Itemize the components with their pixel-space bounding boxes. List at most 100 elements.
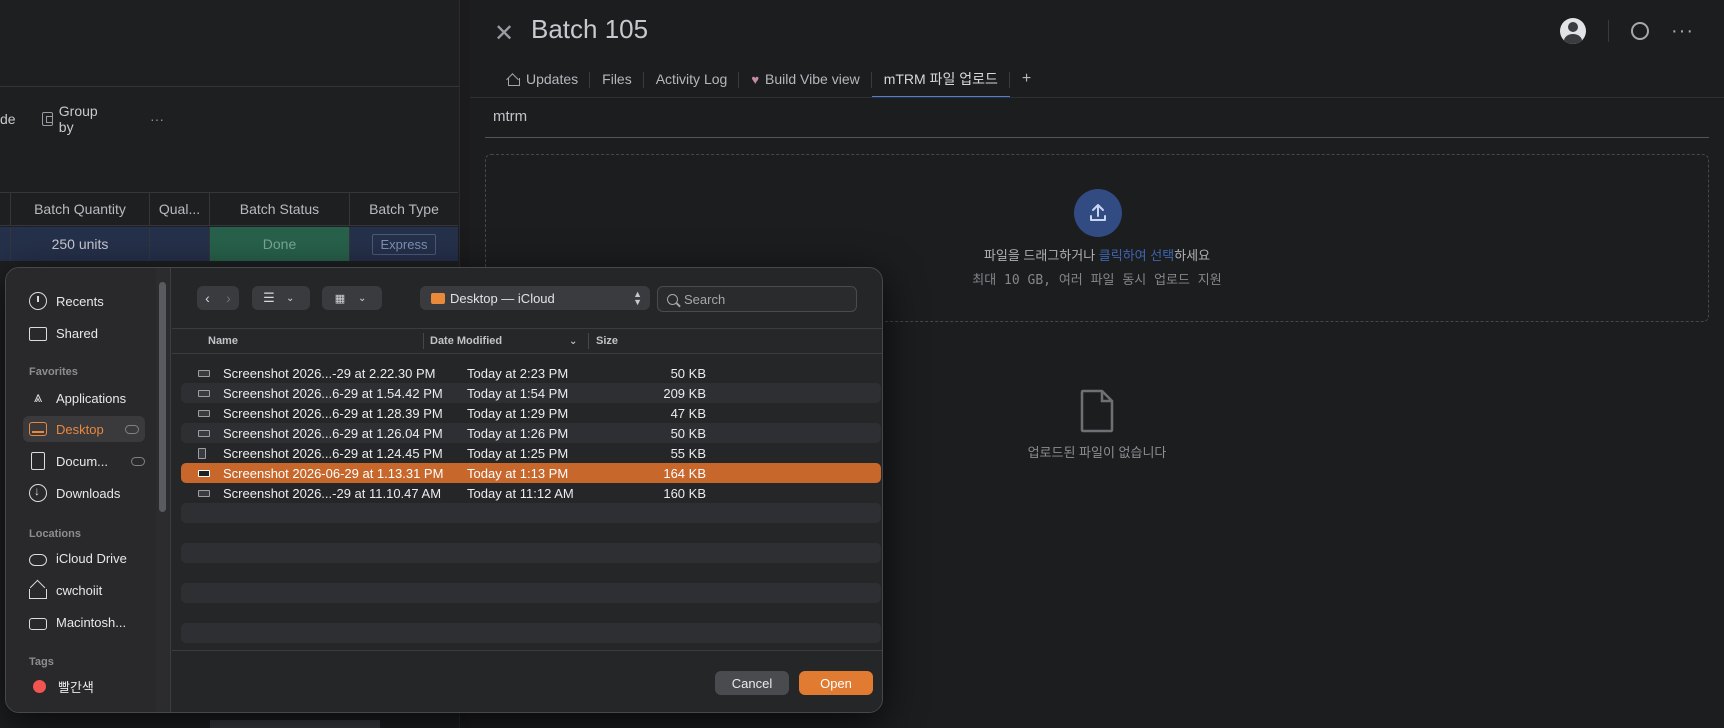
sidebar-item-label: Macintosh... bbox=[56, 614, 127, 630]
location-label: Desktop — iCloud bbox=[450, 290, 555, 306]
tab-label: Files bbox=[602, 71, 632, 87]
batch-type-tag: Express bbox=[371, 233, 437, 255]
file-row[interactable]: Screenshot 2026...6-29 at 1.28.39 PM Tod… bbox=[181, 403, 881, 423]
group-button[interactable]: ▦ ⌄ bbox=[322, 286, 382, 310]
file-name: Screenshot 2026...6-29 at 1.24.45 PM bbox=[223, 445, 443, 461]
heart-icon: ♥ bbox=[751, 71, 760, 87]
back-button[interactable]: ‹ bbox=[197, 290, 218, 306]
view-mode-button[interactable]: ☰ ⌄ bbox=[252, 286, 310, 310]
tab-label: Activity Log bbox=[655, 71, 728, 87]
image-file-icon bbox=[198, 469, 210, 477]
search-input[interactable]: Search bbox=[657, 286, 857, 312]
image-file-icon bbox=[198, 447, 206, 459]
click-link[interactable]: 클릭하여 bbox=[1099, 248, 1147, 263]
upload-icon[interactable] bbox=[1074, 189, 1122, 237]
avatar[interactable] bbox=[1560, 18, 1587, 44]
tab-activity-log[interactable]: Activity Log bbox=[644, 62, 740, 96]
sidebar-item-icloud-drive[interactable]: iCloud Drive bbox=[29, 545, 151, 571]
icloud-status-icon bbox=[125, 424, 139, 434]
cancel-button[interactable]: Cancel bbox=[715, 671, 789, 695]
chat-icon[interactable] bbox=[1631, 22, 1650, 40]
sidebar-item-downloads[interactable]: Downloads bbox=[29, 480, 151, 506]
empty-row bbox=[181, 623, 881, 643]
file-date: Today at 2:23 PM bbox=[467, 365, 569, 381]
empty-row bbox=[181, 583, 881, 603]
row-spacer bbox=[0, 227, 11, 261]
add-tab-button[interactable]: + bbox=[1010, 62, 1043, 96]
column-header-name[interactable]: Name bbox=[208, 329, 238, 353]
tab-files[interactable]: Files bbox=[590, 62, 644, 96]
sidebar-item-shared[interactable]: Shared bbox=[29, 320, 151, 346]
sidebar-item-tag-red[interactable]: 빨간색 bbox=[29, 673, 151, 699]
cell-batch-type[interactable]: Express bbox=[350, 227, 458, 261]
column-separator bbox=[588, 333, 589, 349]
tab-divider bbox=[470, 97, 1724, 98]
column-separator bbox=[423, 333, 424, 349]
file-date: Today at 1:25 PM bbox=[467, 445, 569, 461]
column-header-size[interactable]: Size bbox=[596, 329, 618, 353]
red-tag-icon bbox=[33, 679, 46, 693]
empty-row bbox=[181, 603, 881, 623]
tab-label: Updates bbox=[526, 71, 579, 87]
empty-row bbox=[181, 563, 881, 583]
row-stripe bbox=[210, 720, 380, 728]
file-row[interactable]: Screenshot 2026...6-29 at 1.54.42 PM Tod… bbox=[181, 383, 881, 403]
tab-updates[interactable]: Updates bbox=[494, 62, 591, 96]
sidebar-item-desktop[interactable]: Desktop bbox=[23, 416, 145, 442]
more-menu-icon[interactable]: ··· bbox=[1671, 20, 1694, 43]
file-name: Screenshot 2026...-29 at 11.10.47 AM bbox=[223, 485, 442, 501]
file-row[interactable]: Screenshot 2026...-29 at 2.22.30 PM Toda… bbox=[181, 363, 881, 383]
column-header-batch-quantity[interactable]: Batch Quantity bbox=[11, 193, 150, 225]
image-file-icon bbox=[198, 369, 210, 377]
tab-build-vibe-view[interactable]: ♥ Build Vibe view bbox=[739, 62, 873, 96]
file-date: Today at 1:29 PM bbox=[467, 405, 569, 421]
tab-mtrm-upload[interactable]: mTRM 파일 업로드 bbox=[871, 62, 1011, 98]
dropzone-text-end: 하세요 bbox=[1174, 248, 1211, 263]
cell-quality[interactable] bbox=[150, 227, 210, 261]
sidebar-item-label: 빨간색 bbox=[58, 679, 94, 695]
page-title[interactable]: Batch 105 bbox=[531, 14, 648, 45]
open-button[interactable]: Open bbox=[799, 671, 873, 695]
table-row[interactable]: 250 units Done Express bbox=[0, 227, 458, 261]
sidebar-item-documents[interactable]: Docum... bbox=[29, 448, 151, 474]
cell-batch-status[interactable]: Done bbox=[210, 227, 350, 261]
sidebar-item-label: Docum... bbox=[56, 453, 109, 469]
sort-chevron-icon: ⌄ bbox=[569, 335, 578, 347]
file-size: 209 KB bbox=[663, 385, 706, 401]
file-name: Screenshot 2026...6-29 at 1.28.39 PM bbox=[223, 405, 443, 421]
column-header-date-modified[interactable]: Date Modified bbox=[430, 329, 502, 353]
location-popup[interactable]: Desktop — iCloud ▲ ▼ bbox=[420, 286, 650, 310]
downloads-icon bbox=[29, 484, 47, 502]
forward-button[interactable]: › bbox=[218, 290, 239, 306]
table-header: Batch Quantity Qual... Batch Status Batc… bbox=[0, 192, 458, 226]
image-file-icon bbox=[198, 429, 210, 437]
sidebar-item-recents[interactable]: Recents bbox=[29, 288, 151, 314]
hide-button[interactable]: de bbox=[0, 111, 16, 127]
file-row[interactable]: Screenshot 2026...-29 at 11.10.47 AM Tod… bbox=[181, 483, 881, 503]
cell-batch-quantity[interactable]: 250 units bbox=[11, 227, 150, 261]
empty-row bbox=[181, 503, 881, 523]
sidebar-item-label: cwchoiit bbox=[56, 582, 103, 598]
more-options-button[interactable]: ··· bbox=[150, 111, 164, 127]
column-header-quality[interactable]: Qual... bbox=[150, 193, 210, 225]
close-icon[interactable]: ✕ bbox=[490, 20, 518, 48]
column-header-batch-type[interactable]: Batch Type bbox=[350, 193, 458, 225]
search-placeholder: Search bbox=[684, 291, 726, 307]
clock-icon bbox=[29, 292, 47, 310]
file-row[interactable]: Screenshot 2026...6-29 at 1.24.45 PM Tod… bbox=[181, 443, 881, 463]
group-by-button[interactable]: Group by bbox=[42, 103, 101, 135]
group-by-icon bbox=[42, 112, 53, 126]
dropzone-instructions: 파일을 드래그하거나 클릭하여 선택하세요 bbox=[486, 245, 1708, 264]
sidebar-item-home[interactable]: cwchoiit bbox=[29, 577, 151, 603]
column-header-batch-status[interactable]: Batch Status bbox=[210, 193, 350, 225]
file-date: Today at 1:54 PM bbox=[467, 385, 569, 401]
image-file-icon bbox=[198, 389, 210, 397]
board-top-divider bbox=[0, 86, 460, 87]
sidebar-scrollbar[interactable] bbox=[159, 282, 166, 512]
file-date: Today at 1:26 PM bbox=[467, 425, 569, 441]
sidebar-item-applications[interactable]: ⩓ Applications bbox=[29, 385, 151, 411]
sidebar-item-macintosh-hd[interactable]: Macintosh... bbox=[29, 609, 151, 635]
select-link[interactable]: 선택 bbox=[1150, 248, 1174, 263]
file-row[interactable]: Screenshot 2026...6-29 at 1.26.04 PM Tod… bbox=[181, 423, 881, 443]
file-row-selected[interactable]: Screenshot 2026-06-29 at 1.13.31 PM Toda… bbox=[181, 463, 881, 483]
